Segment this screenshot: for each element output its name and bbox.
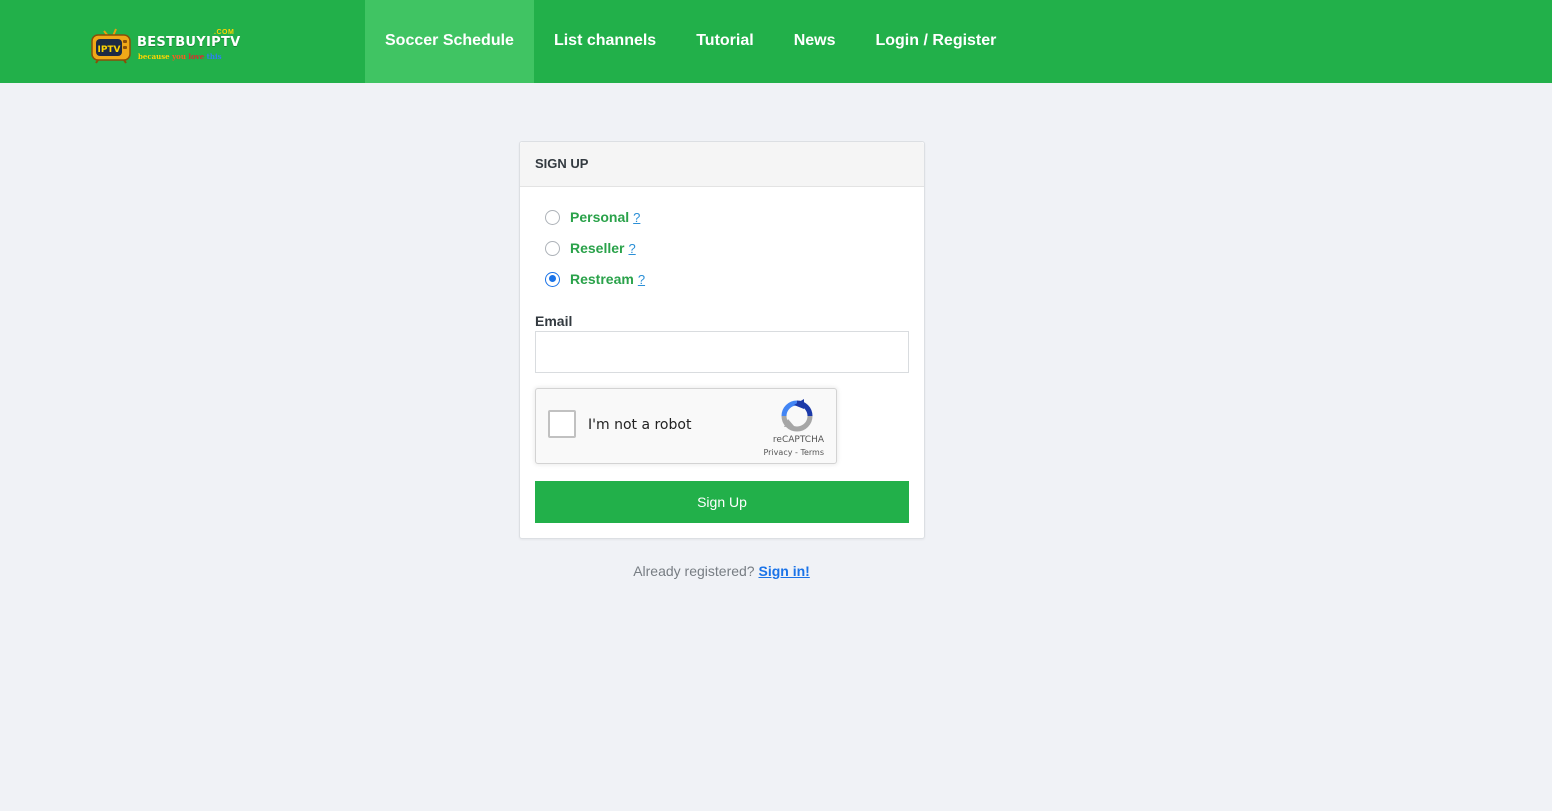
personal-radio[interactable] [545,209,560,225]
nav-soccer-schedule[interactable]: Soccer Schedule [365,0,534,83]
recaptcha-privacy-link[interactable]: Privacy [763,448,792,457]
recaptcha-label: I'm not a robot [588,417,692,433]
svg-text:IPTV: IPTV [97,45,120,55]
personal-help-link[interactable]: ? [633,210,640,225]
logo-tagline: because you love this [138,52,222,61]
tv-logo-icon: IPTV [91,28,131,64]
account-type-personal[interactable]: Personal ? [545,207,640,227]
nav-news[interactable]: News [774,0,856,83]
site-logo[interactable]: IPTV .COM BESTBUYIPTV because you love t… [90,26,240,66]
restream-label: Restream [570,271,634,287]
recaptcha-checkbox[interactable] [548,410,576,438]
already-registered-line: Already registered? Sign in! [0,563,1443,579]
recaptcha-icon [781,399,813,432]
account-type-reseller[interactable]: Reseller ? [545,238,636,258]
recaptcha-terms-link[interactable]: Terms [800,448,824,457]
reseller-help-link[interactable]: ? [628,241,635,256]
main-nav: Soccer Schedule List channels Tutorial N… [365,0,1016,83]
already-registered-text: Already registered? [633,563,755,579]
signup-title: SIGN UP [535,156,589,171]
email-field[interactable] [535,331,909,373]
reseller-label: Reseller [570,240,625,256]
sign-up-button[interactable]: Sign Up [535,481,909,523]
nav-tutorial[interactable]: Tutorial [676,0,773,83]
signup-card-header: SIGN UP [520,142,924,187]
recaptcha-widget: I'm not a robot reCAPTCHA Privacy - Term… [535,388,837,464]
sign-in-link[interactable]: Sign in! [758,563,809,579]
signup-card: SIGN UP Personal ? Reseller ? Restream ?… [519,141,925,539]
logo-brand-text: BESTBUYIPTV [137,35,241,50]
email-label: Email [535,313,573,329]
restream-radio[interactable] [545,271,560,287]
personal-label: Personal [570,209,630,225]
top-navbar: IPTV .COM BESTBUYIPTV because you love t… [0,0,1552,83]
account-type-restream[interactable]: Restream ? [545,269,645,289]
recaptcha-links: Privacy - Terms [763,448,824,457]
reseller-radio[interactable] [545,240,560,256]
nav-login-register[interactable]: Login / Register [855,0,1016,83]
restream-help-link[interactable]: ? [638,272,645,287]
recaptcha-brand: reCAPTCHA [772,435,824,445]
nav-list-channels[interactable]: List channels [534,0,676,83]
